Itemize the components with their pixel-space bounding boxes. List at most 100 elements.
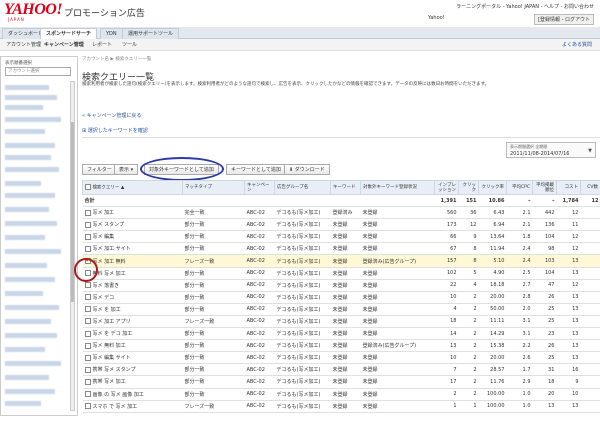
row-checkbox[interactable] (84, 282, 91, 289)
table-row[interactable]: 写メ デコ 部分一致 ABC-02 デコるも(写メ加工) 未登録 未登録 10 2 20.00 2… (82, 291, 600, 304)
exclude-status-cell: 未登録 (360, 279, 435, 292)
col-avg-position[interactable]: 平均掲載順位 (532, 180, 557, 195)
ctr-cell: 50.00 (478, 303, 507, 316)
table-row[interactable]: 写メ 加工 アプリ フレーズ一致 ABC-02 デコるも(写メ加工) 未登録 未登録 18 2… (82, 315, 600, 329)
row-checkbox[interactable] (84, 209, 91, 216)
row-checkbox[interactable] (84, 378, 91, 385)
cv-cell (580, 279, 600, 292)
cost-cell: 16 (556, 363, 581, 377)
total-position: – (532, 194, 557, 208)
col-match-type[interactable]: マッチタイプ (182, 180, 245, 195)
row-checkbox[interactable] (84, 221, 91, 228)
col-cost[interactable]: コスト (556, 180, 581, 195)
query-cell: 写メ を デコ 加工 (82, 327, 183, 341)
avg-position-cell: 20 (532, 388, 557, 401)
avg-position-cell: 25 (532, 303, 557, 316)
col-keyword[interactable]: キーワード (330, 180, 361, 195)
clicks-cell: 2 (458, 327, 479, 341)
row-checkbox[interactable] (84, 318, 91, 325)
faq-link[interactable]: よくある質問 (562, 41, 592, 48)
impressions-cell: 17 (434, 375, 459, 389)
row-checkbox[interactable] (84, 306, 91, 313)
campaign-cell: ABC-02 (244, 363, 275, 377)
row-checkbox[interactable] (84, 366, 91, 373)
select-all-checkbox[interactable] (85, 184, 91, 191)
account-button[interactable]: [登録情報 - ログアウト (534, 14, 594, 25)
col-query[interactable]: 検索クエリー ▲ (82, 180, 183, 195)
table-row[interactable]: スマホ で 写メ 加工 フレーズ一致 ABC-02 デコるも(写メ加工) 未登録 未登録 1… (82, 400, 600, 413)
table-row[interactable]: 写メ 加工 完全一致 ABC-02 デコるも(写メ加工) 登録済み 未登録 560 36 6.4… (82, 206, 600, 220)
impressions-cell: 18 (434, 315, 459, 329)
col-campaign[interactable]: キャンペーン (244, 180, 275, 195)
breadcrumb[interactable]: アカウント名 ▶ 検索クエリー一覧 (82, 56, 151, 62)
col-ad-group[interactable]: 広告グループ名 (274, 180, 331, 195)
table-row[interactable]: 携帯 写メ スタンプ 部分一致 ABC-02 デコるも(写メ加工) 未登録 未登録 7 2 28… (82, 363, 600, 377)
subnav-campaign[interactable]: キャンペーン管理 (44, 41, 84, 48)
table-row[interactable]: 無料 写メ 加工 部分一致 ABC-02 デコるも(写メ加工) 未登録 未登録 102 5 4.… (82, 267, 600, 280)
row-checkbox[interactable] (84, 391, 91, 398)
exclude-status-cell: 未登録 (360, 327, 435, 341)
subnav-report[interactable]: レポート (92, 41, 112, 48)
table-row[interactable]: 画像 の 写メ 画像 加工 部分一致 ABC-02 デコるも(写メ加工) 未登録 未登録 2… (82, 388, 600, 401)
sidebar-tree[interactable] (5, 83, 63, 411)
keyword-status-cell: 未登録 (330, 339, 361, 353)
avg-position-cell: 25 (532, 315, 557, 329)
back-to-campaign-link[interactable]: « キャンペーン管理に戻る (82, 112, 141, 119)
col-ctr[interactable]: クリック率 (478, 180, 507, 195)
filter-button[interactable]: フィルター (82, 164, 117, 175)
exclude-status-cell: 未登録 (360, 315, 435, 329)
table-row[interactable]: 写メ 加工 サイト 部分一致 ABC-02 デコるも(写メ加工) 未登録 未登録 67 8 11… (82, 242, 600, 256)
tab-ydn[interactable]: YDN (100, 28, 123, 39)
ctr-cell: 28.57 (478, 363, 507, 377)
row-checkbox[interactable] (84, 354, 91, 361)
subnav-tools[interactable]: ツール (122, 41, 137, 48)
account-select[interactable]: アカウント選択 (5, 67, 71, 76)
table-row[interactable]: 写メ スタンプ 部分一致 ABC-02 デコるも(写メ加工) 未登録 未登録 173 12 6.… (82, 218, 600, 232)
download-button[interactable]: ⬇ ダウンロード (284, 164, 330, 175)
table-row[interactable]: 写メ 落書き 部分一致 ABC-02 デコるも(写メ加工) 未登録 未登録 22 4 18.18… (82, 279, 600, 292)
search-query-text: 写メ 編集 サイト (92, 355, 131, 362)
col-avg-cpc[interactable]: 平均CPC (506, 180, 533, 195)
divider (82, 137, 600, 138)
subnav-account[interactable]: アカウント管理 (6, 41, 41, 48)
cv-cell (580, 254, 600, 268)
impressions-cell: 10 (434, 291, 459, 304)
exclude-status-cell: 未登録 (360, 375, 435, 389)
col-exclude-status[interactable]: 対象外キーワード登録状況 (360, 180, 435, 195)
row-checkbox[interactable] (84, 330, 91, 337)
campaign-cell: ABC-02 (244, 254, 275, 268)
tab-support-tools[interactable]: 運用サポートツール (122, 28, 180, 39)
row-checkbox[interactable] (84, 245, 91, 252)
table-row[interactable]: 写メ 加工 無料 フレーズ一致ABC-02デコるも(写メ加工)未登録登録済み(広告… (82, 254, 600, 268)
table-row[interactable]: 写メ 編集 サイト 部分一致 ABC-02 デコるも(写メ加工) 未登録 未登録 10 2 20… (82, 351, 600, 365)
impressions-cell: 22 (434, 279, 459, 292)
sidebar-scrollbar[interactable] (70, 81, 75, 411)
display-button[interactable]: 表示 ▾ (114, 164, 139, 175)
period-select[interactable]: 表示期間選択 全期間 2011/11/08-2014/07/16 ▼ (506, 142, 596, 158)
check-keywords-link[interactable]: ⊞ 選択したキーワードを確認 (82, 127, 148, 134)
add-keyword-button[interactable]: キーワードとして追加 (226, 164, 286, 175)
impressions-cell: 102 (434, 267, 459, 280)
ctr-cell: 100.00 (478, 400, 507, 413)
col-impressions[interactable]: インプレッション (434, 180, 459, 195)
table-row[interactable]: 携帯 写メ 加工 部分一致 ABC-02 デコるも(写メ加工) 未登録 未登録 17 2 11.… (82, 375, 600, 389)
sidebar-scroll-thumb[interactable] (71, 122, 74, 302)
table-row[interactable]: 写メ を デコ 加工 部分一致 ABC-02 デコるも(写メ加工) 未登録 未登録 14 2 1… (82, 327, 600, 341)
col-clicks[interactable]: クリック (458, 180, 479, 195)
table-row[interactable]: 写メ 無料 加工 部分一致 ABC-02 デコるも(写メ加工) 未登録 登録済み(広告グル… (82, 339, 600, 353)
top-links[interactable]: ラーニングポータル - Yahoo! JAPAN - ヘルプ - お問い合わせ (456, 3, 594, 10)
table-row[interactable]: 写メ 編集 部分一致 ABC-02 デコるも(写メ加工) 未登録 未登録 66 9 13.64 1… (82, 230, 600, 244)
col-cv[interactable]: CV数 (580, 180, 600, 195)
row-checkbox[interactable] (84, 342, 91, 349)
row-checkbox[interactable] (84, 233, 91, 240)
ctr-cell: 11.94 (478, 242, 507, 256)
clicks-cell: 2 (458, 291, 479, 304)
ctr-cell: 20.00 (478, 351, 507, 365)
total-label: 合計 (82, 194, 183, 208)
table-row[interactable]: 写メ を 加工 部分一致 ABC-02 デコるも(写メ加工) 未登録 未登録 4 2 50.00… (82, 303, 600, 316)
clicks-cell: 2 (458, 339, 479, 353)
row-checkbox[interactable] (84, 294, 91, 301)
ad-group-cell: デコるも(写メ加工) (274, 267, 331, 280)
campaign-cell: ABC-02 (244, 267, 275, 280)
row-checkbox[interactable] (84, 403, 91, 410)
